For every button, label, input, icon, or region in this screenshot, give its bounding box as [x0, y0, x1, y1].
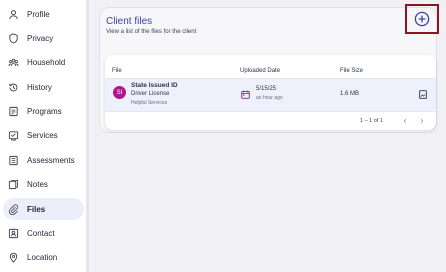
- sidebar-item-label: Contact: [27, 228, 55, 238]
- add-circle-icon: [414, 11, 430, 27]
- uploaded-relative-time: an hour ago: [256, 95, 283, 101]
- page-title: Client files: [106, 16, 153, 27]
- sidebar-item-files[interactable]: Files: [3, 198, 84, 220]
- pagination-range: 1 – 1 of 1: [360, 118, 383, 124]
- sidebar-item-services[interactable]: Services: [3, 124, 84, 146]
- programs-icon: [8, 106, 19, 117]
- avatar: SI: [113, 86, 126, 99]
- column-header-uploaded-date: Uploaded Date: [240, 68, 281, 74]
- main-content: Client files View a list of the files fo…: [92, 0, 446, 272]
- contact-icon: [8, 228, 19, 239]
- table-row[interactable]: SI State Issued ID Driver License Helpfu…: [105, 79, 436, 111]
- previous-page-button[interactable]: ‹: [400, 115, 410, 125]
- image-file-icon[interactable]: [419, 90, 427, 99]
- assessment-icon: [8, 155, 19, 166]
- file-owner: Helpful Services: [131, 100, 168, 106]
- sidebar-item-profile[interactable]: Profile: [3, 3, 84, 25]
- paperclip-icon: [8, 203, 19, 215]
- column-header-file: File: [112, 68, 122, 74]
- sidebar-item-privacy[interactable]: Privacy: [3, 27, 84, 49]
- sidebar-item-label: Profile: [27, 9, 50, 19]
- sidebar-item-location[interactable]: Location: [3, 246, 84, 268]
- uploaded-date: 5/15/25: [256, 86, 277, 92]
- shield-icon: [8, 32, 19, 44]
- file-size: 1.6 MB: [340, 91, 360, 97]
- divider: [105, 111, 436, 112]
- chevron-left-icon: ‹: [403, 115, 407, 125]
- sidebar: Profile Privacy Household History Progra…: [0, 0, 89, 272]
- people-icon: [8, 57, 19, 68]
- file-type: Driver License: [131, 91, 170, 97]
- sidebar-item-label: Assessments: [27, 155, 75, 165]
- sidebar-item-label: Location: [27, 252, 58, 262]
- sidebar-item-label: Services: [27, 130, 58, 140]
- sidebar-item-label: History: [27, 82, 52, 92]
- sidebar-item-programs[interactable]: Programs: [3, 100, 84, 122]
- sidebar-item-household[interactable]: Household: [3, 51, 84, 73]
- next-page-button[interactable]: ›: [417, 115, 427, 125]
- sidebar-item-label: Files: [27, 204, 46, 214]
- sidebar-item-label: Household: [27, 57, 66, 67]
- calendar-icon: [241, 90, 250, 99]
- sidebar-item-label: Notes: [27, 179, 48, 189]
- chevron-right-icon: ›: [420, 115, 424, 125]
- files-table: File Uploaded Date File Size SI State Is…: [105, 55, 436, 130]
- file-name: State Issued ID: [131, 82, 178, 89]
- sidebar-item-assessments[interactable]: Assessments: [3, 149, 84, 171]
- sidebar-item-notes[interactable]: Notes: [3, 173, 84, 195]
- sidebar-item-label: Privacy: [27, 33, 54, 43]
- page-subtitle: View a list of the files for the client: [106, 29, 197, 35]
- column-header-file-size: File Size: [340, 68, 364, 74]
- history-icon: [8, 82, 19, 93]
- services-icon: [8, 130, 19, 141]
- add-file-button[interactable]: [405, 4, 439, 34]
- sidebar-item-history[interactable]: History: [3, 76, 84, 98]
- sidebar-item-contact[interactable]: Contact: [3, 222, 84, 244]
- client-files-card: Client files View a list of the files fo…: [99, 7, 437, 133]
- person-icon: [8, 9, 19, 20]
- location-icon: [8, 252, 19, 263]
- sidebar-item-label: Programs: [27, 106, 62, 116]
- notes-icon: [8, 179, 19, 190]
